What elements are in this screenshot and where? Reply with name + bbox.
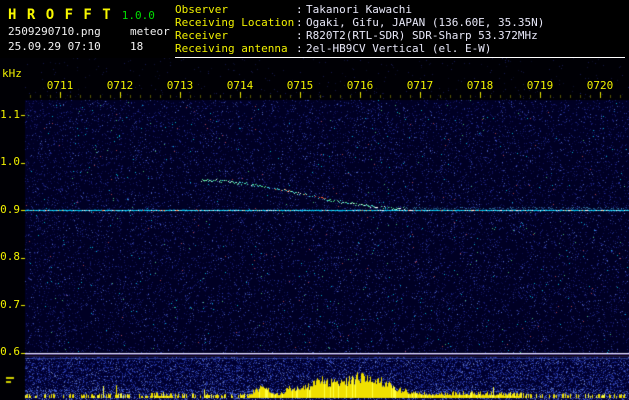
spectrogram-canvas xyxy=(0,58,629,400)
x-axis-tick-label: 0714 xyxy=(223,79,257,92)
station-info: Observer : Takanori Kawachi Receiving Lo… xyxy=(175,3,625,58)
y-axis-tick-label: 0.9 xyxy=(0,203,20,216)
x-axis-tick-label: 0712 xyxy=(103,79,137,92)
hrofft-screen: H R O F F T 1.0.0 2509290710.png meteor 2… xyxy=(0,0,629,400)
frame-timestamp: 25.09.29 07:10 xyxy=(8,39,130,54)
info-value: R820T2(RTL-SDR) SDR-Sharp 53.372MHz xyxy=(306,29,538,42)
info-colon: : xyxy=(296,29,306,42)
x-axis-tick-label: 0719 xyxy=(523,79,557,92)
info-value: 2el-HB9CV Vertical (el. E-W) xyxy=(306,42,491,55)
x-axis-tick-label: 0713 xyxy=(163,79,197,92)
info-row-antenna: Receiving antenna : 2el-HB9CV Vertical (… xyxy=(175,42,625,55)
info-value: Ogaki, Gifu, JAPAN (136.60E, 35.35N) xyxy=(306,16,544,29)
info-colon: : xyxy=(296,42,306,55)
y-axis-tick-label: 1.0 xyxy=(0,155,20,168)
echo-count: 18 xyxy=(130,39,143,54)
info-colon: : xyxy=(296,16,306,29)
info-label: Observer xyxy=(175,3,296,16)
y-axis-tick-label: 0.7 xyxy=(0,298,20,311)
x-axis-tick-label: 0720 xyxy=(583,79,617,92)
info-label: Receiving antenna xyxy=(175,42,296,55)
info-colon: : xyxy=(296,3,306,16)
y-axis-tick-label: 0.8 xyxy=(0,250,20,263)
x-axis-tick-label: 0716 xyxy=(343,79,377,92)
app-version: 1.0.0 xyxy=(122,9,155,22)
file-row: 2509290710.png meteor xyxy=(8,24,172,39)
info-row-receiver: Receiver : R820T2(RTL-SDR) SDR-Sharp 53.… xyxy=(175,29,625,42)
info-row-location: Receiving Location : Ogaki, Gifu, JAPAN … xyxy=(175,16,625,29)
x-axis-tick-label: 0711 xyxy=(43,79,77,92)
app-header-left: H R O F F T 1.0.0 2509290710.png meteor 2… xyxy=(8,4,172,54)
info-label: Receiving Location xyxy=(175,16,296,29)
x-axis-tick-label: 0715 xyxy=(283,79,317,92)
y-axis-tick-label: 1.1 xyxy=(0,108,20,121)
time-row: 25.09.29 07:10 18 xyxy=(8,39,172,54)
info-row-observer: Observer : Takanori Kawachi xyxy=(175,3,625,16)
mode-label: meteor xyxy=(130,24,170,39)
x-axis-tick-label: 0717 xyxy=(403,79,437,92)
y-axis-unit: kHz xyxy=(2,67,22,80)
title-row: H R O F F T 1.0.0 xyxy=(8,4,172,24)
y-axis-tick-label: 0.6 xyxy=(0,345,20,358)
info-label: Receiver xyxy=(175,29,296,42)
x-axis-tick-label: 0718 xyxy=(463,79,497,92)
output-filename: 2509290710.png xyxy=(8,24,130,39)
info-value: Takanori Kawachi xyxy=(306,3,412,16)
app-title: H R O F F T xyxy=(8,7,112,23)
